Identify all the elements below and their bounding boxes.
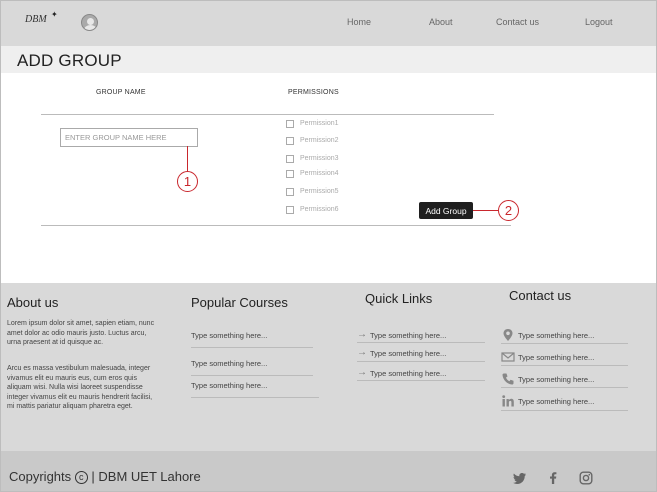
copyright-prefix: Copyrights xyxy=(9,469,72,484)
facebook-icon[interactable] xyxy=(546,471,560,485)
permission-label: Permission2 xyxy=(300,137,339,144)
quick-links-title: Quick Links xyxy=(365,291,433,306)
contact-item: Type something here... xyxy=(518,375,595,384)
permission-checkbox[interactable] xyxy=(286,155,294,163)
envelope-icon xyxy=(501,352,515,362)
course-divider xyxy=(191,347,313,348)
quick-link[interactable]: Type something here... xyxy=(370,369,446,378)
quick-link-divider xyxy=(357,361,485,362)
contact-divider xyxy=(501,365,628,366)
title-bar: ADD GROUP xyxy=(1,46,656,73)
nav-logout-link[interactable]: Logout xyxy=(585,17,613,27)
annotation-1-leader-line xyxy=(187,146,188,172)
permission-label: Permission4 xyxy=(300,170,339,177)
contact-item: Type something here... xyxy=(518,353,595,362)
arrow-right-icon: → xyxy=(357,329,367,340)
avatar-head xyxy=(87,18,94,25)
phone-icon xyxy=(502,373,514,385)
arrow-right-icon: → xyxy=(357,367,367,378)
permission-label: Permission1 xyxy=(300,120,339,127)
popular-courses-title: Popular Courses xyxy=(191,295,288,310)
permission-checkbox[interactable] xyxy=(286,170,294,178)
permissions-column-header: PERMISSIONS xyxy=(288,89,339,96)
permission-checkbox[interactable] xyxy=(286,188,294,196)
add-group-button[interactable]: Add Group xyxy=(419,202,473,219)
about-title: About us xyxy=(7,295,59,310)
copyright-symbol-icon: c xyxy=(74,471,88,485)
annotation-2-marker: 2 xyxy=(498,200,519,221)
group-name-column-header: GROUP NAME xyxy=(96,89,146,96)
group-name-input[interactable] xyxy=(60,128,198,147)
annotation-2-leader-line xyxy=(473,210,498,211)
bottom-bar: Copyrights c | DBM UET Lahore xyxy=(1,451,656,491)
form-bottom-divider xyxy=(41,225,511,226)
course-link[interactable]: Type something here... xyxy=(191,331,267,340)
top-header: DBM ✦ Home About Contact us Logout xyxy=(1,1,656,46)
contact-item: Type something here... xyxy=(518,331,595,340)
nav-contact-link[interactable]: Contact us xyxy=(496,17,539,27)
page-title: ADD GROUP xyxy=(17,51,122,70)
course-divider xyxy=(191,375,313,376)
user-avatar-icon[interactable] xyxy=(81,14,98,31)
location-icon xyxy=(503,329,513,341)
logo-star-icon: ✦ xyxy=(51,10,58,19)
about-paragraph-1: Lorem ipsum dolor sit amet, sapien etiam… xyxy=(7,320,155,346)
copyright-text: Copyrights c | DBM UET Lahore xyxy=(9,469,201,485)
logo[interactable]: DBM xyxy=(25,14,47,25)
course-link[interactable]: Type something here... xyxy=(191,359,267,368)
annotation-1-marker: 1 xyxy=(177,171,198,192)
avatar-body xyxy=(84,25,97,30)
twitter-icon[interactable] xyxy=(513,471,527,485)
quick-link-divider xyxy=(357,342,485,343)
linkedin-icon xyxy=(502,395,514,407)
contact-divider xyxy=(501,387,628,388)
copyright-suffix: | DBM UET Lahore xyxy=(91,469,201,484)
permission-label: Permission5 xyxy=(300,188,339,195)
quick-link[interactable]: Type something here... xyxy=(370,349,446,358)
contact-us-title: Contact us xyxy=(509,288,572,303)
permission-label: Permission3 xyxy=(300,155,339,162)
page: DBM ✦ Home About Contact us Logout ADD G… xyxy=(0,0,657,492)
permission-label: Permission6 xyxy=(300,206,339,213)
permission-checkbox[interactable] xyxy=(286,206,294,214)
nav-home-link[interactable]: Home xyxy=(347,17,371,27)
nav-about-link[interactable]: About xyxy=(429,17,453,27)
course-link[interactable]: Type something here... xyxy=(191,381,267,390)
course-divider xyxy=(191,397,319,398)
contact-divider xyxy=(501,343,628,344)
contact-item: Type something here... xyxy=(518,397,595,406)
form-top-divider xyxy=(41,114,494,115)
contact-divider xyxy=(501,410,628,411)
arrow-right-icon: → xyxy=(357,347,367,358)
about-paragraph-2: Arcu es massa vestibulum malesuada, inte… xyxy=(7,365,153,410)
quick-link[interactable]: Type something here... xyxy=(370,331,446,340)
permission-checkbox[interactable] xyxy=(286,137,294,145)
instagram-icon[interactable] xyxy=(579,471,593,485)
footer: About us Lorem ipsum dolor sit amet, sap… xyxy=(1,283,656,451)
permission-checkbox[interactable] xyxy=(286,120,294,128)
quick-link-divider xyxy=(357,380,485,381)
